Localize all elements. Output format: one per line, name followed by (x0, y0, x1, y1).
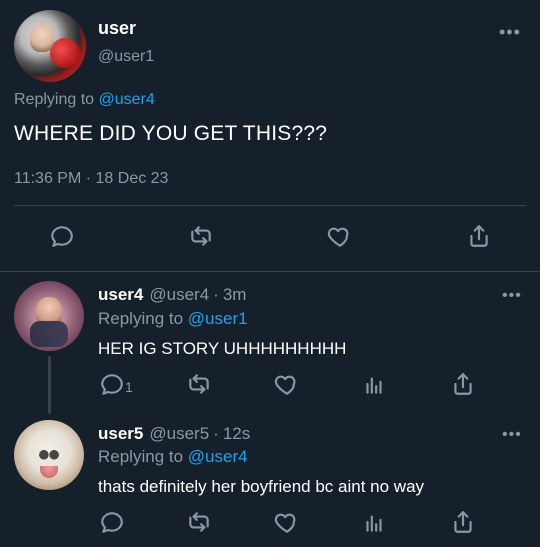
heart-icon (274, 509, 300, 540)
reply-icon (99, 509, 125, 540)
replying-prefix: Replying to (14, 91, 95, 108)
share-icon (450, 371, 476, 402)
user-handle[interactable]: @user1 (98, 48, 154, 66)
replying-to: Replying to @user4 (98, 447, 248, 467)
retweet-icon (186, 371, 212, 402)
tweet-text: thats definitely her boyfriend bc aint n… (98, 477, 425, 496)
share-button[interactable] (449, 510, 477, 538)
share-button[interactable] (465, 224, 493, 252)
reply-count: 1 (125, 379, 133, 395)
reply-icon (99, 371, 125, 402)
share-button[interactable] (449, 372, 477, 400)
reply-header: user5 @user5 · 12s (98, 424, 250, 444)
stats-button[interactable] (360, 372, 388, 400)
dot-separator: · (213, 424, 219, 443)
avatar[interactable] (14, 10, 86, 82)
display-name[interactable]: user4 (98, 285, 143, 304)
retweet-button[interactable] (185, 510, 213, 538)
reply-button[interactable] (98, 372, 126, 400)
tweet-text: WHERE DID YOU GET THIS??? (14, 122, 328, 145)
stats-icon (361, 371, 387, 402)
replying-prefix: Replying to (98, 447, 184, 466)
retweet-button[interactable] (187, 224, 215, 252)
retweet-icon (188, 223, 214, 254)
divider (0, 271, 540, 272)
heart-icon (274, 371, 300, 402)
tweet-timestamp[interactable]: 11:36 PM · 18 Dec 23 (14, 170, 168, 188)
retweet-button[interactable] (185, 372, 213, 400)
reply-button[interactable] (48, 224, 76, 252)
avatar[interactable] (14, 281, 84, 351)
mention-link[interactable]: @user1 (188, 309, 248, 328)
retweet-icon (186, 509, 212, 540)
reply-icon (49, 223, 75, 254)
heart-icon (327, 223, 353, 254)
relative-time[interactable]: 3m (223, 285, 247, 304)
user-handle[interactable]: @user4 (149, 285, 209, 304)
like-button[interactable] (326, 224, 354, 252)
avatar[interactable] (14, 420, 84, 490)
mention-link[interactable]: @user4 (188, 447, 248, 466)
tweet-text: HER IG STORY UHHHHHHHHH (98, 339, 347, 358)
like-button[interactable] (273, 510, 301, 538)
replying-to: Replying to @user1 (98, 309, 248, 329)
more-options-button[interactable]: ••• (499, 22, 521, 43)
display-name[interactable]: user (98, 18, 136, 39)
dot-separator: · (213, 285, 219, 304)
more-options-button[interactable]: ••• (502, 426, 522, 444)
replying-to: Replying to @user4 (14, 91, 155, 109)
share-icon (450, 509, 476, 540)
more-options-button[interactable]: ••• (502, 287, 522, 305)
like-button[interactable] (273, 372, 301, 400)
reply-button[interactable] (98, 510, 126, 538)
divider (14, 205, 526, 206)
replying-prefix: Replying to (98, 309, 184, 328)
stats-button[interactable] (360, 510, 388, 538)
reply-header: user4 @user4 · 3m (98, 285, 246, 305)
share-icon (466, 223, 492, 254)
thread-line (48, 356, 51, 414)
mention-link[interactable]: @user4 (99, 91, 155, 108)
stats-icon (361, 509, 387, 540)
display-name[interactable]: user5 (98, 424, 143, 443)
user-handle[interactable]: @user5 (149, 424, 209, 443)
relative-time[interactable]: 12s (223, 424, 250, 443)
